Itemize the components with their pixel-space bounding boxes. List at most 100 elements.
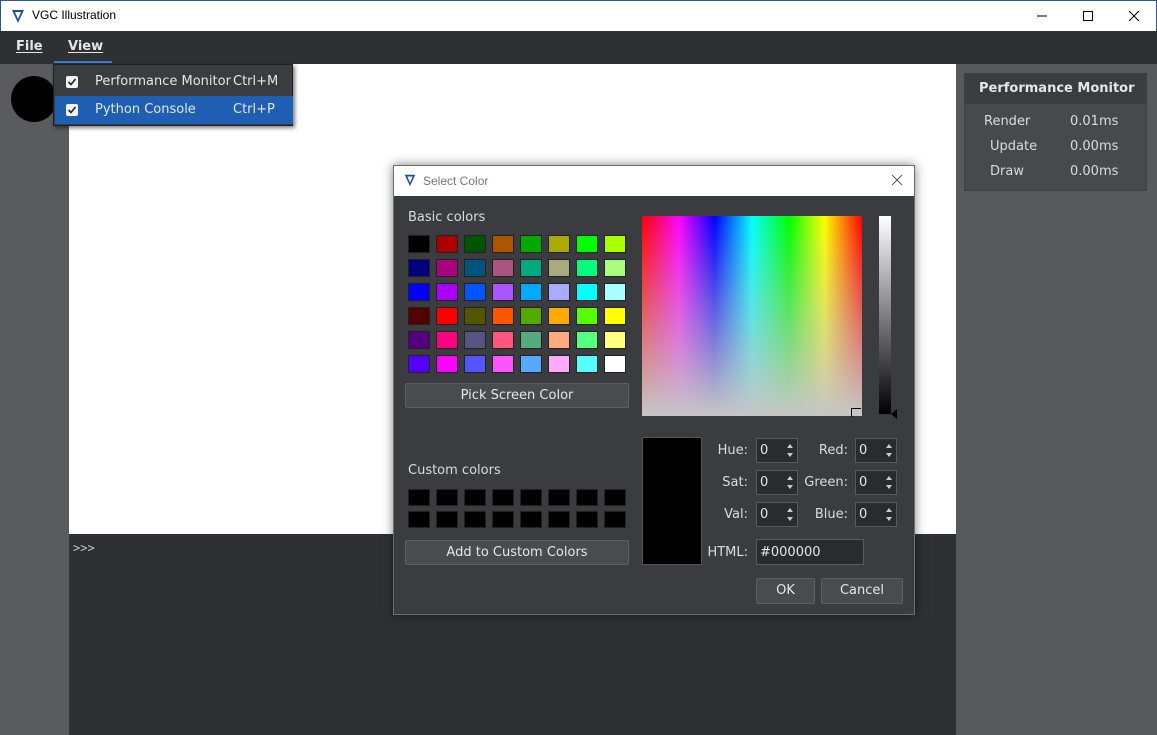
spin-arrows-icon[interactable] xyxy=(884,505,894,524)
basic-color-swatch[interactable] xyxy=(548,355,570,373)
custom-color-swatch[interactable] xyxy=(520,489,542,506)
basic-color-swatch[interactable] xyxy=(576,355,598,373)
basic-color-swatch[interactable] xyxy=(408,259,430,277)
custom-color-swatch[interactable] xyxy=(520,511,542,528)
cancel-button[interactable]: Cancel xyxy=(821,578,903,604)
close-icon xyxy=(1129,11,1139,21)
custom-color-swatch[interactable] xyxy=(604,511,626,528)
basic-color-swatch[interactable] xyxy=(548,283,570,301)
basic-color-swatch[interactable] xyxy=(492,355,514,373)
basic-color-swatch[interactable] xyxy=(548,235,570,253)
menu-item-performance-monitor[interactable]: Performance Monitor Ctrl+M xyxy=(55,68,293,96)
basic-color-swatch[interactable] xyxy=(436,259,458,277)
basic-color-swatch[interactable] xyxy=(408,355,430,373)
basic-color-swatch[interactable] xyxy=(576,235,598,253)
console-prompt: >>> xyxy=(73,541,95,555)
basic-color-swatch[interactable] xyxy=(464,307,486,325)
custom-color-swatch[interactable] xyxy=(492,511,514,528)
val-spinbox[interactable]: 0 xyxy=(756,502,798,527)
title-bar: VGC Illustration xyxy=(0,0,1157,31)
color-spectrum-picker[interactable] xyxy=(642,216,862,416)
spin-arrows-icon[interactable] xyxy=(884,441,894,460)
value-slider[interactable] xyxy=(879,216,891,414)
basic-color-swatch[interactable] xyxy=(604,235,626,253)
menu-view[interactable]: View xyxy=(68,39,103,54)
basic-color-swatch[interactable] xyxy=(604,283,626,301)
custom-color-swatch[interactable] xyxy=(408,489,430,506)
basic-color-swatch[interactable] xyxy=(576,283,598,301)
green-spinbox[interactable]: 0 xyxy=(855,470,897,495)
basic-color-swatch[interactable] xyxy=(548,307,570,325)
custom-color-swatch[interactable] xyxy=(436,511,458,528)
basic-color-swatch[interactable] xyxy=(436,283,458,301)
sat-spinbox[interactable]: 0 xyxy=(756,470,798,495)
custom-color-swatch[interactable] xyxy=(464,489,486,506)
value-slider-handle[interactable] xyxy=(891,409,897,419)
menu-item-python-console[interactable]: Python Console Ctrl+P xyxy=(55,96,293,124)
blue-spinbox[interactable]: 0 xyxy=(855,502,897,527)
basic-color-swatch[interactable] xyxy=(548,259,570,277)
basic-color-swatch[interactable] xyxy=(464,331,486,349)
basic-color-swatch[interactable] xyxy=(436,331,458,349)
basic-color-swatch[interactable] xyxy=(548,331,570,349)
basic-color-swatch[interactable] xyxy=(408,331,430,349)
basic-color-swatch[interactable] xyxy=(492,235,514,253)
basic-color-swatch[interactable] xyxy=(520,235,542,253)
basic-color-swatch[interactable] xyxy=(604,259,626,277)
basic-color-swatch[interactable] xyxy=(464,355,486,373)
basic-color-swatch[interactable] xyxy=(408,235,430,253)
add-to-custom-colors-button[interactable]: Add to Custom Colors xyxy=(405,540,629,565)
custom-color-swatch[interactable] xyxy=(492,489,514,506)
basic-color-swatch[interactable] xyxy=(436,355,458,373)
menu-file[interactable]: File xyxy=(16,39,43,54)
custom-color-swatch[interactable] xyxy=(436,489,458,506)
pick-screen-color-button[interactable]: Pick Screen Color xyxy=(405,383,629,408)
app-window: VGC Illustration File View >>> Performan… xyxy=(0,0,1157,735)
basic-color-swatch[interactable] xyxy=(604,307,626,325)
basic-color-swatch[interactable] xyxy=(492,283,514,301)
basic-color-swatch[interactable] xyxy=(604,355,626,373)
custom-color-swatch[interactable] xyxy=(548,511,570,528)
basic-color-swatch[interactable] xyxy=(576,331,598,349)
basic-color-swatch[interactable] xyxy=(520,355,542,373)
menu-item-label: Python Console xyxy=(95,102,196,117)
basic-color-swatch[interactable] xyxy=(604,331,626,349)
basic-color-swatch[interactable] xyxy=(464,259,486,277)
spin-arrows-icon[interactable] xyxy=(785,505,795,524)
close-button[interactable] xyxy=(1111,1,1157,31)
basic-color-swatch[interactable] xyxy=(520,259,542,277)
basic-color-swatch[interactable] xyxy=(520,283,542,301)
basic-color-swatch[interactable] xyxy=(576,307,598,325)
html-color-input[interactable]: #000000 xyxy=(756,539,864,565)
spin-arrows-icon[interactable] xyxy=(884,473,894,492)
custom-color-swatch[interactable] xyxy=(604,489,626,506)
custom-color-swatch[interactable] xyxy=(548,489,570,506)
maximize-button[interactable] xyxy=(1065,1,1111,31)
basic-color-swatch[interactable] xyxy=(464,235,486,253)
custom-color-swatch[interactable] xyxy=(464,511,486,528)
basic-color-swatch[interactable] xyxy=(436,235,458,253)
basic-color-swatch[interactable] xyxy=(576,259,598,277)
close-icon[interactable] xyxy=(891,174,903,186)
custom-color-swatch[interactable] xyxy=(576,489,598,506)
basic-color-swatch[interactable] xyxy=(408,283,430,301)
basic-color-swatch[interactable] xyxy=(464,283,486,301)
basic-color-swatch[interactable] xyxy=(520,331,542,349)
spin-arrows-icon[interactable] xyxy=(785,473,795,492)
ok-button[interactable]: OK xyxy=(756,578,815,604)
custom-color-swatch[interactable] xyxy=(576,511,598,528)
black-circle-shape[interactable] xyxy=(11,76,57,122)
right-panel: Performance Monitor Render 0.01ms Update… xyxy=(956,64,1157,735)
basic-color-swatch[interactable] xyxy=(492,259,514,277)
hue-spinbox[interactable]: 0 xyxy=(756,438,798,463)
minimize-button[interactable] xyxy=(1019,1,1065,31)
basic-color-swatch[interactable] xyxy=(436,307,458,325)
custom-color-swatch[interactable] xyxy=(408,511,430,528)
red-spinbox[interactable]: 0 xyxy=(855,438,897,463)
basic-color-swatch[interactable] xyxy=(408,307,430,325)
spin-arrows-icon[interactable] xyxy=(785,441,795,460)
basic-color-swatch[interactable] xyxy=(520,307,542,325)
spectrum-crosshair[interactable] xyxy=(851,408,861,417)
basic-color-swatch[interactable] xyxy=(492,331,514,349)
basic-color-swatch[interactable] xyxy=(492,307,514,325)
